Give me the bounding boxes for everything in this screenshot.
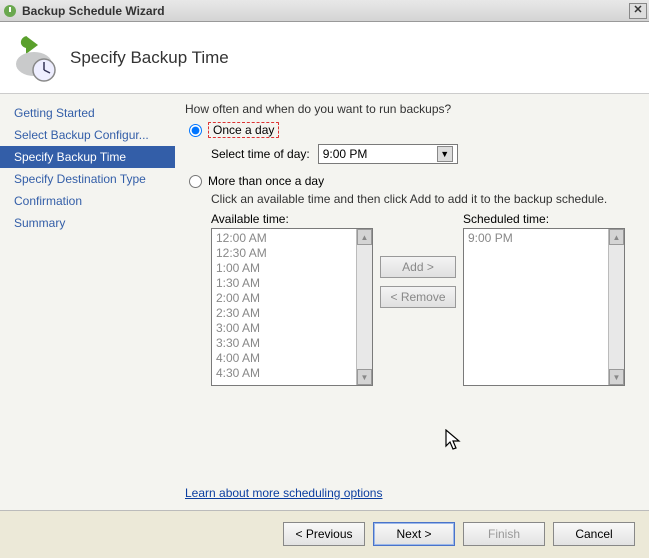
scroll-down-icon[interactable]: ▼	[609, 369, 624, 385]
wizard-header: Specify Backup Time	[0, 22, 649, 94]
scrollbar[interactable]: ▲ ▼	[356, 229, 372, 385]
scroll-track[interactable]	[609, 245, 624, 369]
list-item[interactable]: 3:30 AM	[216, 336, 352, 351]
list-item[interactable]: 12:30 AM	[216, 246, 352, 261]
time-of-day-value: 9:00 PM	[323, 147, 437, 161]
option-once-a-day-row: Once a day	[189, 122, 639, 138]
sidebar-step-destination-type[interactable]: Specify Destination Type	[0, 168, 175, 190]
app-icon	[2, 3, 18, 19]
list-item[interactable]: 2:00 AM	[216, 291, 352, 306]
scroll-track[interactable]	[357, 245, 372, 369]
sidebar-step-specify-time[interactable]: Specify Backup Time	[0, 146, 175, 168]
titlebar: Backup Schedule Wizard ✕	[0, 0, 649, 22]
multi-hint-text: Click an available time and then click A…	[211, 192, 639, 206]
select-time-label: Select time of day:	[211, 147, 310, 161]
available-time-label: Available time:	[211, 212, 373, 226]
cursor-icon	[445, 429, 465, 453]
add-button[interactable]: Add >	[380, 256, 456, 278]
next-button[interactable]: Next >	[373, 522, 455, 546]
page-title: Specify Backup Time	[70, 48, 229, 68]
scheduled-time-listbox[interactable]: 9:00 PM ▲ ▼	[463, 228, 625, 386]
cancel-button[interactable]: Cancel	[553, 522, 635, 546]
option-once-a-day-label: Once a day	[208, 122, 279, 138]
list-item[interactable]: 12:00 AM	[216, 231, 352, 246]
wizard-steps-sidebar: Getting Started Select Backup Configur..…	[0, 94, 175, 510]
learn-more-link[interactable]: Learn about more scheduling options	[185, 486, 382, 500]
time-of-day-dropdown[interactable]: 9:00 PM ▼	[318, 144, 458, 164]
option-multi-label: More than once a day	[208, 174, 324, 188]
list-item[interactable]: 4:30 AM	[216, 366, 352, 381]
list-item[interactable]: 9:00 PM	[468, 231, 604, 246]
radio-once-a-day[interactable]	[189, 124, 202, 137]
radio-more-than-once[interactable]	[189, 175, 202, 188]
window-title: Backup Schedule Wizard	[22, 4, 629, 18]
available-time-items: 12:00 AM 12:30 AM 1:00 AM 1:30 AM 2:00 A…	[212, 229, 356, 385]
scroll-up-icon[interactable]: ▲	[357, 229, 372, 245]
sidebar-step-select-configuration[interactable]: Select Backup Configur...	[0, 124, 175, 146]
scroll-down-icon[interactable]: ▼	[357, 369, 372, 385]
chevron-down-icon: ▼	[437, 146, 453, 162]
question-text: How often and when do you want to run ba…	[185, 102, 639, 116]
remove-button[interactable]: < Remove	[380, 286, 456, 308]
close-icon[interactable]: ✕	[629, 3, 647, 19]
option-multi-row: More than once a day	[189, 174, 639, 188]
list-item[interactable]: 3:00 AM	[216, 321, 352, 336]
sidebar-step-summary[interactable]: Summary	[0, 212, 175, 234]
scheduled-time-label: Scheduled time:	[463, 212, 625, 226]
sidebar-step-getting-started[interactable]: Getting Started	[0, 102, 175, 124]
scheduled-time-items: 9:00 PM	[464, 229, 608, 385]
list-item[interactable]: 1:30 AM	[216, 276, 352, 291]
sidebar-step-confirmation[interactable]: Confirmation	[0, 190, 175, 212]
scrollbar[interactable]: ▲ ▼	[608, 229, 624, 385]
list-item[interactable]: 4:00 AM	[216, 351, 352, 366]
scroll-up-icon[interactable]: ▲	[609, 229, 624, 245]
wizard-content: How often and when do you want to run ba…	[175, 94, 649, 510]
list-item[interactable]: 2:30 AM	[216, 306, 352, 321]
wizard-icon	[8, 32, 60, 84]
finish-button: Finish	[463, 522, 545, 546]
previous-button[interactable]: < Previous	[283, 522, 365, 546]
select-time-row: Select time of day: 9:00 PM ▼	[211, 144, 639, 164]
wizard-footer: < Previous Next > Finish Cancel	[0, 510, 649, 556]
list-item[interactable]: 1:00 AM	[216, 261, 352, 276]
available-time-listbox[interactable]: 12:00 AM 12:30 AM 1:00 AM 1:30 AM 2:00 A…	[211, 228, 373, 386]
